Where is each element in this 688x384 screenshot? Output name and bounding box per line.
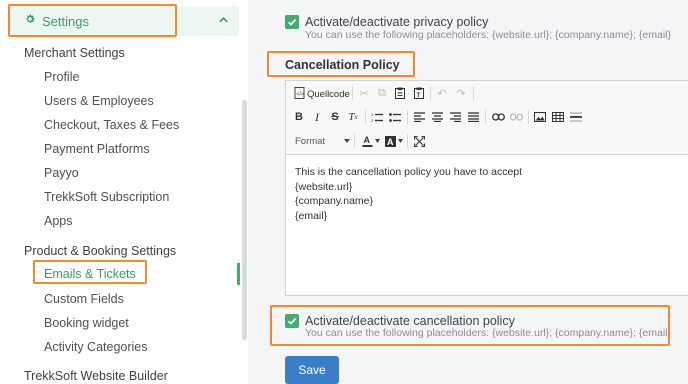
toolbar-separator	[407, 110, 408, 124]
svg-text:1: 1	[371, 112, 374, 117]
chevron-up-icon[interactable]	[219, 16, 228, 23]
remove-format-icon[interactable]: Tx	[345, 109, 361, 125]
editor-line: {email}	[295, 209, 328, 222]
sidebar-section-website-builder[interactable]: TrekkSoft Website Builder	[24, 369, 168, 383]
privacy-policy-label: Activate/deactivate privacy policy	[305, 15, 489, 29]
sidebar-item-apps[interactable]: Apps	[44, 214, 73, 228]
toolbar-row-2: B I S Tx 12	[286, 105, 688, 129]
sidebar-item-emails-tickets[interactable]: Emails & Tickets	[44, 267, 136, 281]
sidebar-section-merchant-settings[interactable]: Merchant Settings	[24, 46, 125, 60]
sidebar-item-profile[interactable]: Profile	[44, 70, 79, 84]
numbered-list-icon[interactable]: 12	[369, 109, 385, 125]
cancellation-policy-checkbox[interactable]	[285, 314, 299, 328]
toolbar-row-3: Format A A	[286, 129, 688, 153]
source-code-button[interactable]: Quellcode	[307, 89, 350, 100]
format-dropdown-arrow-icon[interactable]	[344, 139, 350, 143]
sidebar-item-trekksoft-subscription[interactable]: TrekkSoft Subscription	[44, 190, 169, 204]
image-icon[interactable]	[532, 109, 548, 125]
sidebar-item-booking-widget[interactable]: Booking widget	[44, 316, 129, 330]
sidebar: Settings Merchant Settings Profile Users…	[0, 0, 248, 384]
editor-line: {company.name}	[295, 195, 374, 207]
svg-text:A: A	[387, 137, 394, 147]
paste-icon[interactable]	[392, 85, 408, 101]
cancellation-policy-label: Activate/deactivate cancellation policy	[305, 314, 515, 328]
toolbar-row-1: </> Quellcode ✂ ⧉ T ↶ ↷	[286, 81, 688, 105]
editor-line: {website.url}	[295, 180, 353, 193]
settings-label: Settings	[42, 14, 89, 29]
toolbar-separator	[354, 134, 355, 148]
strikethrough-icon[interactable]: S	[327, 109, 343, 125]
sidebar-item-payment-platforms[interactable]: Payment Platforms	[44, 142, 150, 156]
toolbar-separator	[485, 110, 486, 124]
horizontal-line-icon[interactable]	[568, 109, 584, 125]
editor-text-area[interactable]: This is the cancellation policy you have…	[295, 165, 522, 223]
svg-text:2: 2	[371, 118, 374, 123]
svg-text:A: A	[363, 135, 370, 145]
background-color-arrow-icon[interactable]	[398, 139, 403, 143]
toolbar-separator	[352, 86, 353, 100]
link-icon[interactable]	[490, 109, 506, 125]
redo-icon[interactable]: ↷	[453, 85, 469, 101]
checkmark-icon	[287, 18, 297, 26]
svg-text:</>: </>	[296, 92, 304, 98]
bold-icon[interactable]: B	[291, 109, 307, 125]
toolbar-separator	[473, 86, 474, 100]
align-center-icon[interactable]	[429, 109, 445, 125]
checkmark-icon	[287, 317, 297, 325]
text-color-icon[interactable]: A	[359, 133, 375, 149]
toolbar-separator	[430, 86, 431, 100]
format-dropdown[interactable]: Format	[295, 136, 325, 147]
unlink-icon[interactable]	[508, 109, 524, 125]
sidebar-section-product-booking-settings[interactable]: Product & Booking Settings	[24, 244, 176, 258]
sidebar-item-payyo[interactable]: Payyo	[44, 166, 79, 180]
save-button[interactable]: Save	[285, 356, 339, 384]
toolbar-separator	[407, 134, 408, 148]
justify-icon[interactable]	[465, 109, 481, 125]
italic-icon[interactable]: I	[309, 109, 325, 125]
copy-icon[interactable]: ⧉	[374, 85, 390, 101]
editor-toolbar: </> Quellcode ✂ ⧉ T ↶ ↷ B I S Tx 12 Form…	[286, 81, 688, 155]
svg-text:T: T	[416, 93, 420, 99]
bulleted-list-icon[interactable]	[387, 109, 403, 125]
maximize-icon[interactable]	[411, 133, 427, 149]
editor-line: This is the cancellation policy you have…	[295, 166, 523, 178]
undo-icon[interactable]: ↶	[434, 85, 450, 101]
sidebar-scrollbar-thumb[interactable]	[242, 100, 247, 340]
gear-icon	[26, 14, 35, 23]
align-left-icon[interactable]	[411, 109, 427, 125]
toolbar-separator	[528, 110, 529, 124]
cancellation-policy-hint: You can use the following placeholders: …	[305, 327, 671, 339]
background-color-icon[interactable]: A	[382, 133, 398, 149]
cut-icon[interactable]: ✂	[356, 85, 372, 101]
sidebar-item-checkout-taxes-fees[interactable]: Checkout, Taxes & Fees	[44, 118, 179, 132]
toolbar-separator	[365, 110, 366, 124]
table-icon[interactable]	[550, 109, 566, 125]
sidebar-item-activity-categories[interactable]: Activity Categories	[44, 340, 148, 354]
active-item-indicator	[237, 263, 240, 285]
source-code-icon[interactable]: </>	[291, 85, 307, 101]
sidebar-item-users-employees[interactable]: Users & Employees	[44, 94, 154, 108]
privacy-policy-checkbox[interactable]	[285, 15, 299, 29]
cancellation-policy-heading: Cancellation Policy	[285, 58, 400, 72]
align-right-icon[interactable]	[447, 109, 463, 125]
privacy-policy-hint: You can use the following placeholders: …	[305, 29, 671, 41]
cancellation-policy-editor: </> Quellcode ✂ ⧉ T ↶ ↷ B I S Tx 12 Form…	[285, 80, 688, 296]
paste-text-icon[interactable]: T	[411, 85, 427, 101]
text-color-arrow-icon[interactable]	[375, 139, 380, 143]
sidebar-item-custom-fields[interactable]: Custom Fields	[44, 292, 124, 306]
